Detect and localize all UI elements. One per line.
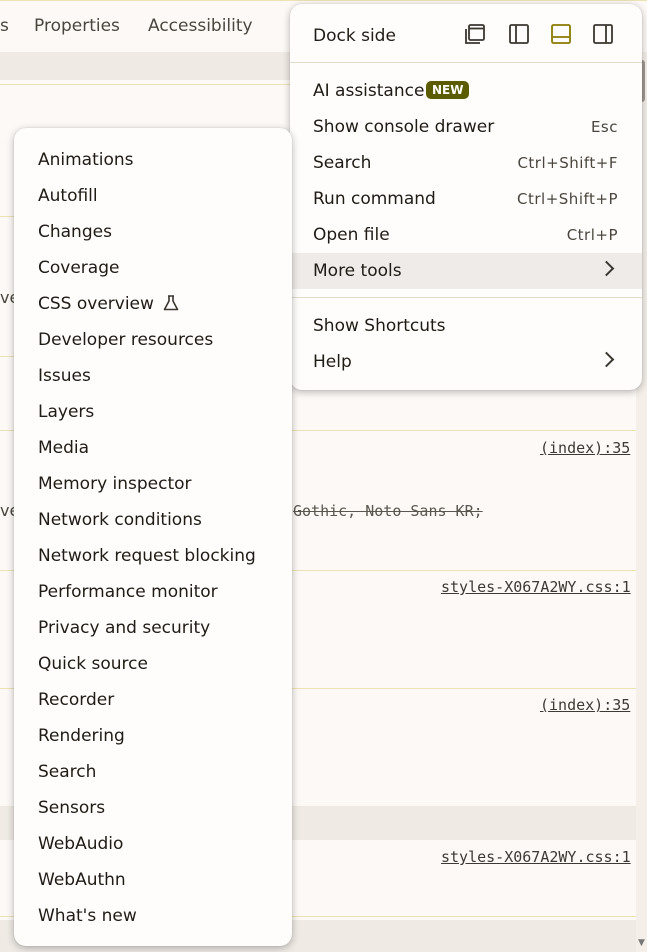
submenu-item-label: Layers (38, 402, 95, 422)
submenu-item-label: Privacy and security (38, 618, 211, 638)
submenu-item-css-overview[interactable]: CSS overview (38, 294, 180, 314)
menu-item-ai-assistance[interactable]: AI assistance NEW (290, 73, 642, 109)
submenu-item-rendering[interactable]: Rendering (38, 726, 125, 746)
submenu-item-label: Animations (38, 150, 134, 170)
menu-divider (290, 297, 642, 298)
shortcut-label: Ctrl+P (566, 226, 618, 244)
experiment-flask-icon (163, 295, 179, 311)
menu-item-run-command[interactable]: Run command Ctrl+Shift+P (290, 181, 642, 217)
submenu-item-label: Autofill (38, 186, 98, 206)
submenu-item-label: Network conditions (38, 510, 202, 530)
submenu-item-label: Network request blocking (38, 546, 256, 566)
chevron-right-icon (598, 351, 615, 368)
shortcut-label: Ctrl+Shift+F (517, 154, 618, 172)
submenu-item-coverage[interactable]: Coverage (38, 258, 119, 278)
submenu-item-media[interactable]: Media (38, 438, 89, 458)
source-link[interactable]: styles-X067A2WY.css:1 (441, 848, 631, 866)
submenu-item-label: WebAuthn (38, 870, 126, 890)
submenu-item-label: Sensors (38, 798, 106, 818)
submenu-item-privacy-and-security[interactable]: Privacy and security (38, 618, 210, 638)
menu-item-open-file[interactable]: Open file Ctrl+P (290, 217, 642, 253)
submenu-item-developer-resources[interactable]: Developer resources (38, 330, 213, 350)
overridden-property: Gothic, Noto Sans KR; (293, 502, 483, 520)
menu-item-label: Open file (313, 225, 390, 245)
dock-left-icon[interactable] (508, 23, 530, 45)
more-tools-submenu: Animations Autofill Changes Coverage CSS… (14, 128, 292, 946)
submenu-item-quick-source[interactable]: Quick source (38, 654, 148, 674)
menu-item-label: Run command (313, 189, 436, 209)
tab-truncated[interactable]: s (0, 16, 9, 36)
submenu-item-label: CSS overview (38, 294, 154, 314)
new-badge: NEW (426, 81, 470, 99)
submenu-item-changes[interactable]: Changes (38, 222, 112, 242)
shortcut-label: Esc (590, 118, 618, 136)
submenu-item-label: Rendering (38, 726, 125, 746)
submenu-item-sensors[interactable]: Sensors (38, 798, 105, 818)
menu-divider (290, 62, 642, 63)
menu-item-more-tools[interactable]: More tools (290, 253, 642, 289)
submenu-item-label: Changes (38, 222, 112, 242)
undock-icon[interactable] (464, 23, 486, 45)
submenu-item-label: Memory inspector (38, 474, 192, 494)
menu-item-search[interactable]: Search Ctrl+Shift+F (290, 145, 642, 181)
scroll-down-arrow-icon[interactable]: ▼ (638, 938, 645, 948)
menu-item-help[interactable]: Help (290, 344, 642, 380)
dock-right-icon[interactable] (592, 23, 614, 45)
submenu-item-label: What's new (38, 906, 137, 926)
customize-devtools-menu: Dock side AI assistance NEW Show console… (290, 4, 642, 390)
menu-item-label: Help (313, 352, 352, 372)
submenu-item-network-request-blocking[interactable]: Network request blocking (38, 546, 256, 566)
submenu-item-label: Recorder (38, 690, 115, 710)
menu-item-show-shortcuts[interactable]: Show Shortcuts (290, 308, 642, 344)
menu-item-label: Show console drawer (313, 117, 495, 137)
menu-item-label: Search (313, 153, 372, 173)
submenu-item-search[interactable]: Search (38, 762, 96, 782)
tab-accessibility[interactable]: Accessibility (148, 16, 253, 36)
source-link[interactable]: (index):35 (540, 439, 630, 457)
source-link[interactable]: (index):35 (540, 696, 630, 714)
submenu-item-label: Developer resources (38, 330, 214, 350)
submenu-item-issues[interactable]: Issues (38, 366, 91, 386)
dock-side-label: Dock side (313, 26, 396, 46)
submenu-item-whats-new[interactable]: What's new (38, 906, 137, 926)
submenu-item-label: Quick source (38, 654, 148, 674)
shortcut-label: Ctrl+Shift+P (517, 190, 618, 208)
submenu-item-recorder[interactable]: Recorder (38, 690, 114, 710)
tab-properties[interactable]: Properties (34, 16, 120, 36)
submenu-item-memory-inspector[interactable]: Memory inspector (38, 474, 192, 494)
submenu-item-label: Issues (38, 366, 91, 386)
source-link[interactable]: styles-X067A2WY.css:1 (441, 578, 631, 596)
submenu-item-layers[interactable]: Layers (38, 402, 94, 422)
submenu-item-animations[interactable]: Animations (38, 150, 134, 170)
submenu-item-label: Performance monitor (38, 582, 218, 602)
submenu-item-autofill[interactable]: Autofill (38, 186, 98, 206)
submenu-item-performance-monitor[interactable]: Performance monitor (38, 582, 218, 602)
menu-item-show-console-drawer[interactable]: Show console drawer Esc (290, 109, 642, 145)
submenu-item-label: Coverage (38, 258, 120, 278)
dock-bottom-icon[interactable] (550, 23, 572, 45)
menu-item-label: More tools (313, 261, 402, 281)
submenu-item-webauthn[interactable]: WebAuthn (38, 870, 126, 890)
submenu-item-network-conditions[interactable]: Network conditions (38, 510, 202, 530)
submenu-item-label: Search (38, 762, 97, 782)
submenu-item-webaudio[interactable]: WebAudio (38, 834, 123, 854)
chevron-right-icon (598, 260, 615, 277)
submenu-item-label: WebAudio (38, 834, 124, 854)
menu-item-label: AI assistance (313, 81, 425, 101)
submenu-item-label: Media (38, 438, 90, 458)
menu-item-label: Show Shortcuts (313, 316, 446, 336)
